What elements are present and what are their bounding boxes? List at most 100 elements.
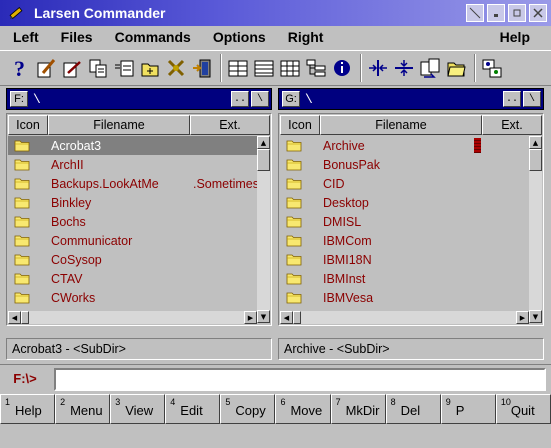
right-vertical-scrollbar[interactable]: ▲ ▼ <box>529 136 542 323</box>
menu-right[interactable]: Right <box>275 29 333 45</box>
folder-icon[interactable] <box>444 55 468 81</box>
left-path-bar[interactable]: F: \ .. \ <box>6 88 272 110</box>
list-item[interactable]: DMISL <box>280 212 529 231</box>
scroll-right-icon[interactable]: ▶ <box>516 311 529 324</box>
list-item[interactable]: CoSysop <box>8 250 257 269</box>
fkey-quit-button[interactable]: 10 Quit <box>495 394 551 424</box>
list-item[interactable]: ArchII <box>8 155 257 174</box>
list-item[interactable]: Acrobat3 <box>8 136 257 155</box>
col-ext-header[interactable]: Ext. <box>482 115 542 135</box>
scroll-up-icon[interactable]: ▲ <box>257 136 270 149</box>
left-file-list[interactable]: Icon Filename Ext. Acrobat3 ArchII Backups… <box>6 113 272 326</box>
list-item[interactable]: IBMInst <box>280 269 529 288</box>
move-icon[interactable] <box>112 55 136 81</box>
left-horizontal-scrollbar[interactable]: ◀ ▶ <box>8 311 257 324</box>
list-item[interactable]: Archive <box>280 136 529 155</box>
view-icon[interactable] <box>60 55 84 81</box>
col-icon-header[interactable]: Icon <box>280 115 320 135</box>
exit-icon[interactable] <box>190 55 214 81</box>
menu-commands[interactable]: Commands <box>102 29 200 45</box>
list-item[interactable]: Bochs <box>8 212 257 231</box>
left-hscroll-thumb[interactable] <box>21 311 29 324</box>
col-filename-header[interactable]: Filename <box>320 115 482 135</box>
file-name: Bochs <box>51 214 86 229</box>
list-item[interactable]: Desktop <box>280 193 529 212</box>
command-input[interactable] <box>54 368 546 391</box>
fkey-help-button[interactable]: 1 Help <box>0 394 56 424</box>
left-column-headers: Icon Filename Ext. <box>8 115 270 135</box>
fkey-copy-button[interactable]: 5 Copy <box>220 394 276 424</box>
folder-icon <box>8 177 48 190</box>
right-scroll-thumb[interactable] <box>529 149 542 171</box>
swap-panels-icon[interactable] <box>366 55 390 81</box>
settings-icon[interactable] <box>480 55 504 81</box>
right-horizontal-scrollbar[interactable]: ◀ ▶ <box>280 311 529 324</box>
restore-icon[interactable] <box>508 4 526 22</box>
list-item[interactable]: Backups.LookAtMe .Sometimes <box>8 174 257 193</box>
fkey-move-button[interactable]: 6 Move <box>275 394 331 424</box>
col-icon-header[interactable]: Icon <box>8 115 48 135</box>
close-icon[interactable] <box>529 4 547 22</box>
delete-icon[interactable] <box>164 55 188 81</box>
scroll-left-icon[interactable]: ◀ <box>8 311 21 324</box>
scroll-up-icon[interactable]: ▲ <box>529 136 542 149</box>
copy-icon[interactable] <box>86 55 110 81</box>
scroll-down-icon[interactable]: ▼ <box>257 310 270 323</box>
list-item[interactable]: BonusPak <box>280 155 529 174</box>
left-root-dir-button[interactable]: \ <box>251 91 269 107</box>
fkey-p-button[interactable]: 9P <box>440 394 496 424</box>
help-icon[interactable]: ? <box>8 55 32 81</box>
menu-left[interactable]: Left <box>0 29 48 45</box>
file-name: Communicator <box>51 233 133 248</box>
list-item[interactable]: Binkley <box>8 193 257 212</box>
right-parent-dir-button[interactable]: .. <box>503 91 521 107</box>
right-file-list[interactable]: Icon Filename Ext. Archive BonusPak CID Des… <box>278 113 544 326</box>
full-view-icon[interactable] <box>252 55 276 81</box>
info-icon[interactable] <box>330 55 354 81</box>
fkey-number: 2 <box>60 397 66 407</box>
left-vertical-scrollbar[interactable]: ▲ ▼ <box>257 136 270 323</box>
app-pencil-icon[interactable] <box>6 3 26 23</box>
menu-help[interactable]: Help <box>487 29 539 45</box>
cursor-marker <box>474 138 481 153</box>
detail-view-icon[interactable] <box>278 55 302 81</box>
tree-view-icon[interactable] <box>304 55 328 81</box>
menu-options[interactable]: Options <box>200 29 275 45</box>
menu-files[interactable]: Files <box>48 29 102 45</box>
folder-icon <box>8 253 48 266</box>
list-item[interactable]: CWorks <box>8 288 257 307</box>
list-item[interactable]: Communicator <box>8 231 257 250</box>
fkey-del-button[interactable]: 8 Del <box>385 394 441 424</box>
brief-view-icon[interactable] <box>226 55 250 81</box>
col-ext-header[interactable]: Ext. <box>190 115 270 135</box>
right-hscroll-thumb[interactable] <box>293 311 301 324</box>
equal-panels-icon[interactable] <box>392 55 416 81</box>
list-item[interactable]: CTAV <box>8 269 257 288</box>
scroll-right-icon[interactable]: ▶ <box>244 311 257 324</box>
right-root-dir-button[interactable]: \ <box>523 91 541 107</box>
list-item[interactable]: CID <box>280 174 529 193</box>
fkey-view-button[interactable]: 3 View <box>110 394 166 424</box>
compare-icon[interactable] <box>418 55 442 81</box>
fkey-number: 1 <box>5 397 11 407</box>
left-parent-dir-button[interactable]: .. <box>231 91 249 107</box>
left-drive-button[interactable]: F: <box>10 91 28 107</box>
left-scroll-thumb[interactable] <box>257 149 270 171</box>
minimize-icon[interactable] <box>487 4 505 22</box>
hide-icon[interactable] <box>466 4 484 22</box>
file-name: Desktop <box>323 195 369 210</box>
fkey-mkdir-button[interactable]: 7 MkDir <box>330 394 386 424</box>
scroll-down-icon[interactable]: ▼ <box>529 310 542 323</box>
list-item[interactable]: IBMI18N <box>280 250 529 269</box>
right-drive-button[interactable]: G: <box>282 91 300 107</box>
edit-icon[interactable] <box>34 55 58 81</box>
right-path-bar[interactable]: G: \ .. \ <box>278 88 544 110</box>
list-item[interactable]: IBMVesa <box>280 288 529 307</box>
mkdir-icon[interactable] <box>138 55 162 81</box>
list-item[interactable]: IBMCom <box>280 231 529 250</box>
scroll-left-icon[interactable]: ◀ <box>280 311 293 324</box>
col-filename-header[interactable]: Filename <box>48 115 190 135</box>
fkey-menu-button[interactable]: 2 Menu <box>55 394 111 424</box>
title-bar[interactable]: Larsen Commander <box>0 0 551 26</box>
fkey-edit-button[interactable]: 4 Edit <box>165 394 221 424</box>
